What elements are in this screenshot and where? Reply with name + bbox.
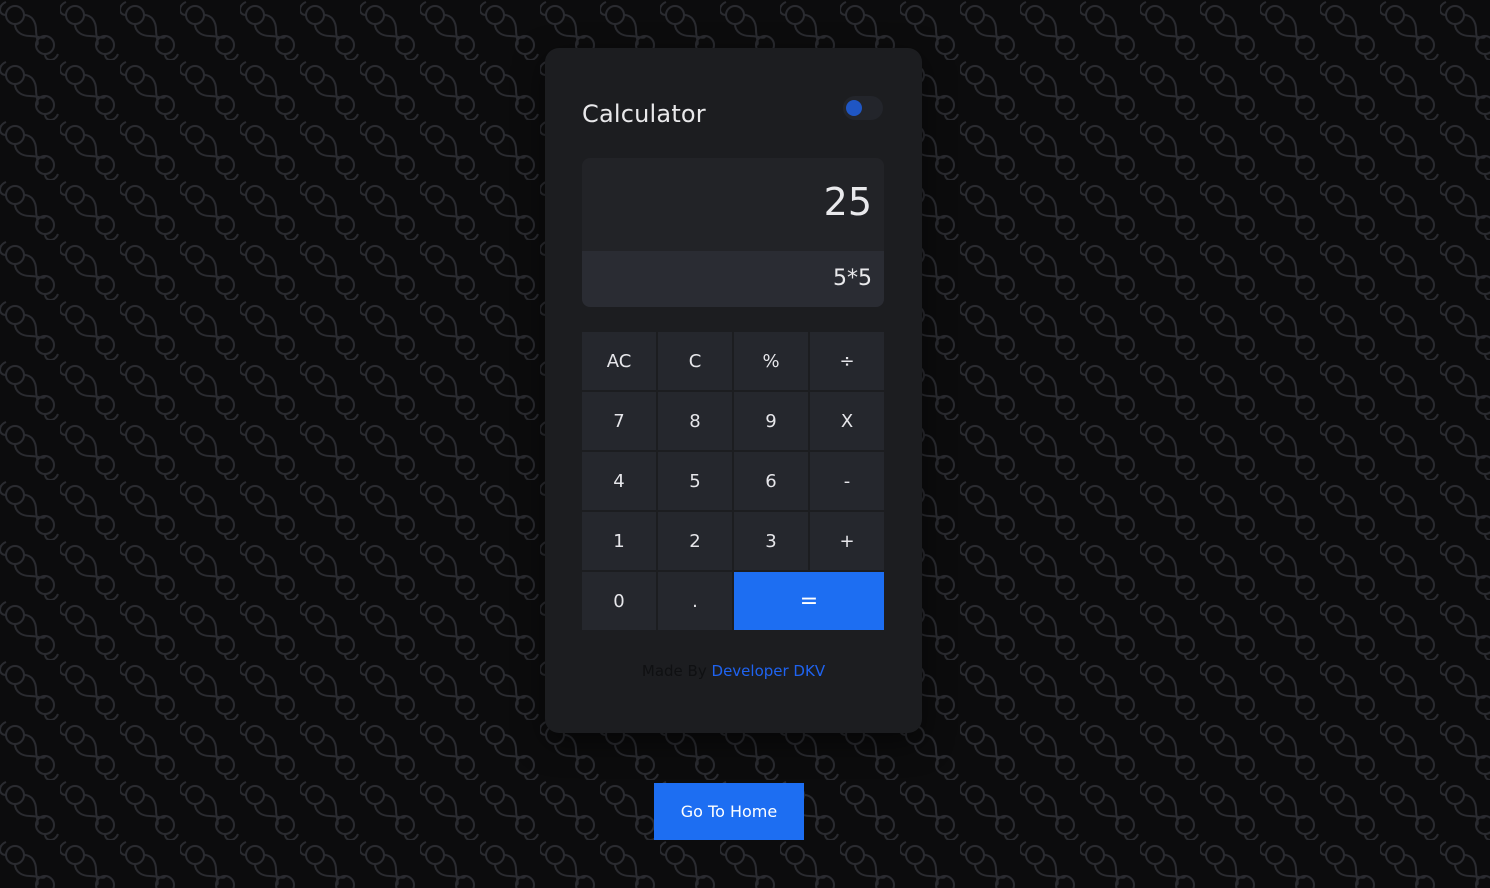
digit-2-key[interactable]: 2 xyxy=(658,512,732,570)
author-link[interactable]: Developer DKV xyxy=(712,662,826,680)
calculator-card: Calculator 25 5*5 AC C % ÷ 7 8 9 X 4 5 6… xyxy=(545,48,922,733)
percent-key[interactable]: % xyxy=(734,332,808,390)
digit-4-key[interactable]: 4 xyxy=(582,452,656,510)
equals-key[interactable]: = xyxy=(734,572,884,630)
all-clear-key[interactable]: AC xyxy=(582,332,656,390)
digit-3-key[interactable]: 3 xyxy=(734,512,808,570)
result-value: 25 xyxy=(823,180,872,224)
divide-key[interactable]: ÷ xyxy=(810,332,884,390)
credit-line: Made By Developer DKV xyxy=(545,662,922,680)
expression-panel: 5*5 xyxy=(582,251,884,307)
digit-7-key[interactable]: 7 xyxy=(582,392,656,450)
digit-6-key[interactable]: 6 xyxy=(734,452,808,510)
clear-key[interactable]: C xyxy=(658,332,732,390)
page-title: Calculator xyxy=(582,100,706,128)
digit-0-key[interactable]: 0 xyxy=(582,572,656,630)
toggle-knob xyxy=(846,100,862,116)
result-panel: 25 xyxy=(582,158,884,251)
expression-value: 5*5 xyxy=(833,266,872,291)
theme-toggle[interactable] xyxy=(843,96,883,120)
digit-9-key[interactable]: 9 xyxy=(734,392,808,450)
keypad: AC C % ÷ 7 8 9 X 4 5 6 - 1 2 3 + 0 . = xyxy=(582,332,884,630)
subtract-key[interactable]: - xyxy=(810,452,884,510)
calculator-display: 25 5*5 xyxy=(582,158,884,307)
digit-8-key[interactable]: 8 xyxy=(658,392,732,450)
add-key[interactable]: + xyxy=(810,512,884,570)
credit-prefix: Made By xyxy=(641,662,707,680)
digit-1-key[interactable]: 1 xyxy=(582,512,656,570)
digit-5-key[interactable]: 5 xyxy=(658,452,732,510)
go-to-home-button[interactable]: Go To Home xyxy=(654,783,804,840)
multiply-key[interactable]: X xyxy=(810,392,884,450)
decimal-key[interactable]: . xyxy=(658,572,732,630)
